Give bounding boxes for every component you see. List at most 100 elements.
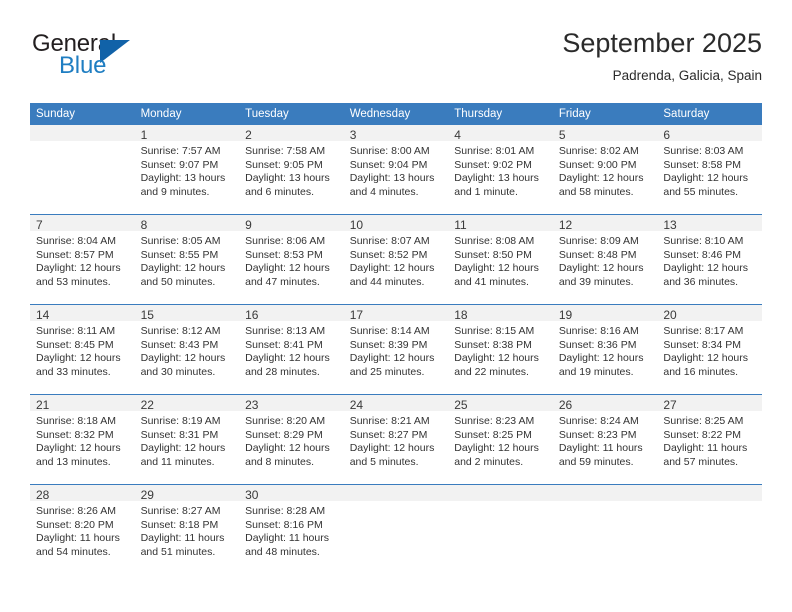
- day-cell-inner: 11 Sunrise: 8:08 AM Sunset: 8:50 PM Dayligh…: [448, 215, 553, 304]
- calendar-day-cell[interactable]: 10 Sunrise: 8:07 AM Sunset: 8:52 PM Dayligh…: [343, 214, 449, 305]
- daylight-text: Daylight: 12 hours and 5 minutes.: [349, 442, 435, 468]
- calendar-day-cell[interactable]: 21 Sunrise: 8:18 AM Sunset: 8:32 PM Dayligh…: [30, 394, 135, 485]
- day-number: 21: [30, 395, 135, 412]
- daylight-text: Daylight: 12 hours and 44 minutes.: [349, 262, 435, 288]
- sunrise-text: Sunrise: 8:19 AM: [140, 415, 221, 427]
- sunrise-text: Sunrise: 7:57 AM: [140, 145, 221, 157]
- sunset-text: Sunset: 8:39 PM: [349, 338, 428, 351]
- calendar-day-cell[interactable]: 18 Sunrise: 8:15 AM Sunset: 8:38 PM Dayligh…: [448, 304, 553, 395]
- calendar-day-cell[interactable]: 19 Sunrise: 8:16 AM Sunset: 8:36 PM Dayligh…: [552, 304, 658, 395]
- daylight-text: Daylight: 11 hours and 57 minutes.: [663, 442, 748, 468]
- sunset-text: Sunset: 8:50 PM: [454, 248, 532, 261]
- day-number: 16: [239, 305, 344, 322]
- page-header: General Blue September 2025 Padrenda, Ga…: [30, 26, 762, 96]
- day-number: 20: [657, 305, 762, 322]
- day-number: 27: [657, 395, 762, 412]
- calendar-day-cell[interactable]: 3 Sunrise: 8:00 AM Sunset: 9:04 PM Daylight…: [343, 125, 449, 215]
- calendar-week-row: 1 Sunrise: 7:57 AM Sunset: 9:07 PM Daylight…: [30, 125, 762, 215]
- sunrise-text: Sunrise: 8:27 AM: [140, 505, 221, 517]
- calendar-day-cell[interactable]: 20 Sunrise: 8:17 AM Sunset: 8:34 PM Dayligh…: [657, 304, 762, 395]
- day-sun-info: Sunrise: 8:02 AM Sunset: 9:00 PM Daylight:…: [553, 141, 658, 199]
- calendar-day-cell[interactable]: 5 Sunrise: 8:02 AM Sunset: 9:00 PM Daylight…: [552, 125, 658, 215]
- calendar-day-cell[interactable]: 13 Sunrise: 8:10 AM Sunset: 8:46 PM Dayligh…: [657, 214, 762, 305]
- weekday-header-saturday: Saturday: [657, 103, 762, 125]
- sunrise-text: Sunrise: 8:16 AM: [558, 325, 639, 337]
- sunset-text: Sunset: 8:53 PM: [245, 248, 323, 261]
- day-number: 11: [448, 215, 553, 232]
- calendar-day-cell[interactable]: 2 Sunrise: 7:58 AM Sunset: 9:05 PM Daylight…: [239, 125, 344, 215]
- sunrise-text: Sunrise: 8:10 AM: [663, 235, 744, 247]
- calendar-day-cell[interactable]: [30, 125, 135, 215]
- title-block: September 2025 Padrenda, Galicia, Spain: [562, 26, 762, 86]
- sunrise-text: Sunrise: 8:01 AM: [454, 145, 535, 157]
- calendar-day-cell[interactable]: 25 Sunrise: 8:23 AM Sunset: 8:25 PM Dayligh…: [448, 394, 553, 485]
- day-cell-inner: [343, 485, 449, 574]
- sunset-text: Sunset: 8:34 PM: [663, 338, 742, 351]
- calendar-day-cell[interactable]: 8 Sunrise: 8:05 AM Sunset: 8:55 PM Daylight…: [134, 214, 240, 305]
- calendar-day-cell[interactable]: 17 Sunrise: 8:14 AM Sunset: 8:39 PM Dayligh…: [343, 304, 449, 395]
- calendar-day-cell[interactable]: 22 Sunrise: 8:19 AM Sunset: 8:31 PM Dayligh…: [134, 394, 240, 485]
- calendar-day-cell[interactable]: 28 Sunrise: 8:26 AM Sunset: 8:20 PM Dayligh…: [30, 484, 135, 574]
- sunrise-text: Sunrise: 8:12 AM: [140, 325, 221, 337]
- calendar-week-row: 21 Sunrise: 8:18 AM Sunset: 8:32 PM Dayligh…: [30, 394, 762, 485]
- day-number: 28: [30, 485, 135, 502]
- calendar-day-cell[interactable]: [552, 484, 658, 574]
- calendar-day-cell[interactable]: 6 Sunrise: 8:03 AM Sunset: 8:58 PM Daylight…: [657, 125, 762, 215]
- calendar-day-cell[interactable]: [448, 484, 553, 574]
- day-number: 1: [134, 125, 240, 142]
- day-cell-inner: 29 Sunrise: 8:27 AM Sunset: 8:18 PM Dayligh…: [134, 485, 240, 574]
- sunrise-text: Sunrise: 8:28 AM: [245, 505, 326, 517]
- general-blue-logo[interactable]: General Blue: [30, 30, 180, 86]
- calendar-day-cell[interactable]: 1 Sunrise: 7:57 AM Sunset: 9:07 PM Daylight…: [134, 125, 240, 215]
- calendar-day-cell[interactable]: 15 Sunrise: 8:12 AM Sunset: 8:43 PM Dayligh…: [134, 304, 240, 395]
- daylight-text: Daylight: 12 hours and 33 minutes.: [36, 352, 121, 378]
- calendar-week-row: 7 Sunrise: 8:04 AM Sunset: 8:57 PM Daylight…: [30, 214, 762, 305]
- calendar-day-cell[interactable]: 12 Sunrise: 8:09 AM Sunset: 8:48 PM Dayligh…: [552, 214, 658, 305]
- daylight-text: Daylight: 12 hours and 58 minutes.: [558, 172, 644, 198]
- day-number: [30, 125, 135, 141]
- calendar-day-cell[interactable]: 4 Sunrise: 8:01 AM Sunset: 9:02 PM Daylight…: [448, 125, 553, 215]
- sunrise-text: Sunrise: 8:13 AM: [245, 325, 326, 337]
- day-number: 29: [134, 485, 240, 502]
- day-cell-inner: 8 Sunrise: 8:05 AM Sunset: 8:55 PM Daylight…: [134, 215, 240, 304]
- calendar-day-cell[interactable]: 26 Sunrise: 8:24 AM Sunset: 8:23 PM Dayligh…: [552, 394, 658, 485]
- day-sun-info: Sunrise: 8:19 AM Sunset: 8:31 PM Daylight:…: [135, 411, 240, 469]
- day-sun-info: Sunrise: 8:16 AM Sunset: 8:36 PM Daylight:…: [553, 321, 658, 379]
- calendar-day-cell[interactable]: 11 Sunrise: 8:08 AM Sunset: 8:50 PM Dayligh…: [448, 214, 553, 305]
- sunrise-text: Sunrise: 8:06 AM: [245, 235, 326, 247]
- weekday-header-thursday: Thursday: [448, 103, 553, 125]
- sunrise-text: Sunrise: 8:21 AM: [349, 415, 430, 427]
- sunset-text: Sunset: 9:00 PM: [558, 158, 637, 171]
- day-number: 23: [239, 395, 344, 412]
- day-sun-info: Sunrise: 8:03 AM Sunset: 8:58 PM Daylight:…: [657, 141, 762, 199]
- calendar-day-cell[interactable]: [657, 484, 762, 574]
- sunset-text: Sunset: 8:46 PM: [663, 248, 742, 261]
- sunrise-text: Sunrise: 8:03 AM: [663, 145, 744, 157]
- day-cell-inner: 17 Sunrise: 8:14 AM Sunset: 8:39 PM Dayligh…: [343, 305, 449, 394]
- calendar-day-cell[interactable]: [343, 484, 449, 574]
- calendar-day-cell[interactable]: 23 Sunrise: 8:20 AM Sunset: 8:29 PM Dayligh…: [239, 394, 344, 485]
- calendar-day-cell[interactable]: 24 Sunrise: 8:21 AM Sunset: 8:27 PM Dayligh…: [343, 394, 449, 485]
- day-sun-info: Sunrise: 8:14 AM Sunset: 8:39 PM Daylight:…: [344, 321, 449, 379]
- calendar-day-cell[interactable]: 7 Sunrise: 8:04 AM Sunset: 8:57 PM Daylight…: [30, 214, 135, 305]
- day-cell-inner: 2 Sunrise: 7:58 AM Sunset: 9:05 PM Daylight…: [239, 125, 344, 214]
- calendar-day-cell[interactable]: 30 Sunrise: 8:28 AM Sunset: 8:16 PM Dayligh…: [239, 484, 344, 574]
- daylight-text: Daylight: 11 hours and 59 minutes.: [558, 442, 643, 468]
- calendar-day-cell[interactable]: 16 Sunrise: 8:13 AM Sunset: 8:41 PM Dayligh…: [239, 304, 344, 395]
- sunset-text: Sunset: 8:23 PM: [558, 428, 637, 441]
- day-number: 13: [657, 215, 762, 232]
- sunrise-text: Sunrise: 7:58 AM: [245, 145, 326, 157]
- day-cell-inner: 22 Sunrise: 8:19 AM Sunset: 8:31 PM Dayligh…: [134, 395, 240, 484]
- day-number: 6: [657, 125, 762, 142]
- calendar-day-cell[interactable]: 9 Sunrise: 8:06 AM Sunset: 8:53 PM Daylight…: [239, 214, 344, 305]
- day-number: 24: [343, 395, 449, 412]
- day-sun-info: Sunrise: 8:06 AM Sunset: 8:53 PM Daylight:…: [239, 231, 344, 289]
- calendar-day-cell[interactable]: 29 Sunrise: 8:27 AM Sunset: 8:18 PM Dayligh…: [134, 484, 240, 574]
- day-number: 30: [239, 485, 344, 502]
- calendar-day-cell[interactable]: 14 Sunrise: 8:11 AM Sunset: 8:45 PM Dayligh…: [30, 304, 135, 395]
- calendar-day-cell[interactable]: 27 Sunrise: 8:25 AM Sunset: 8:22 PM Dayligh…: [657, 394, 762, 485]
- day-cell-inner: 13 Sunrise: 8:10 AM Sunset: 8:46 PM Dayligh…: [657, 215, 762, 304]
- day-sun-info: Sunrise: 8:28 AM Sunset: 8:16 PM Daylight:…: [239, 501, 344, 559]
- day-cell-inner: 14 Sunrise: 8:11 AM Sunset: 8:45 PM Dayligh…: [30, 305, 135, 394]
- day-sun-info: Sunrise: 8:08 AM Sunset: 8:50 PM Daylight:…: [448, 231, 553, 289]
